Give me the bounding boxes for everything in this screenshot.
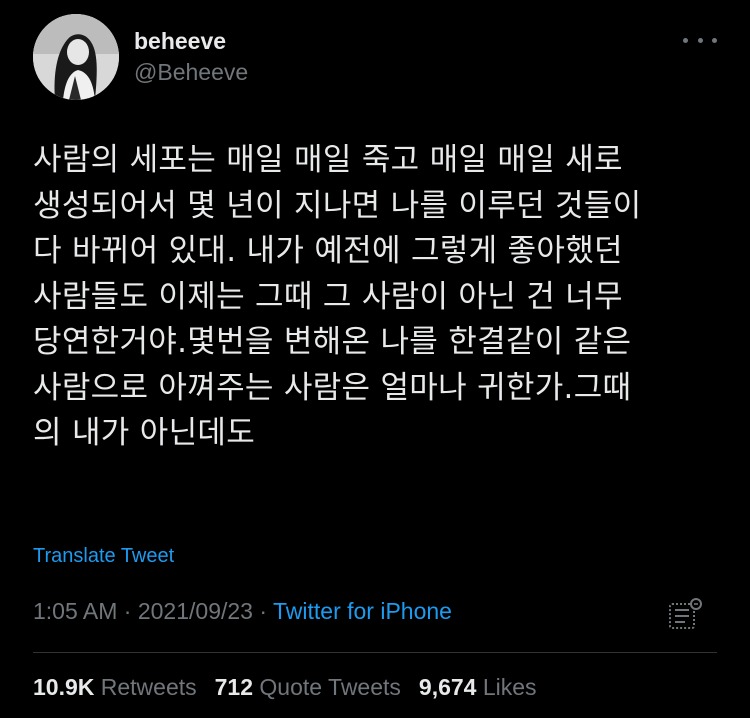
author-avatar[interactable]	[33, 14, 119, 100]
retweets-count: 10.9K	[33, 674, 95, 700]
author-display-name[interactable]: beheeve	[134, 28, 226, 55]
retweets-stat[interactable]: 10.9K Retweets	[33, 674, 197, 701]
tweet-time[interactable]: 1:05 AM	[33, 598, 117, 624]
tweet-analytics-icon[interactable]	[667, 597, 705, 631]
stats-divider	[33, 652, 717, 653]
likes-count: 9,674	[418, 674, 477, 700]
tweet-date[interactable]: 2021/09/23	[138, 598, 253, 624]
likes-label: Likes	[482, 674, 537, 700]
quote-tweets-count: 712	[214, 674, 254, 700]
tweet-text: 사람의 세포는 매일 매일 죽고 매일 매일 새로 생성되어서 몇 년이 지나면…	[33, 142, 642, 451]
retweets-label: Retweets	[100, 674, 197, 700]
more-horizontal-icon-dot	[697, 37, 703, 43]
more-horizontal-icon	[683, 37, 688, 43]
likes-stat[interactable]: 9,674 Likes	[419, 674, 537, 701]
more-horizontal-icon-dot	[712, 37, 717, 43]
meta-separator: ·	[252, 598, 273, 624]
meta-separator: ·	[117, 598, 138, 624]
quote-tweets-stat[interactable]: 712 Quote Tweets	[215, 674, 401, 701]
avatar-photo	[33, 14, 119, 100]
more-options-button[interactable]	[683, 30, 717, 50]
tweet-source-link[interactable]: Twitter for iPhone	[273, 598, 452, 624]
engagement-stats: 10.9K Retweets 712 Quote Tweets 9,674 Li…	[33, 674, 537, 701]
quote-tweets-label: Quote Tweets	[259, 674, 401, 700]
author-handle[interactable]: @Beheeve	[134, 59, 248, 86]
translate-tweet-link[interactable]: Translate Tweet	[33, 545, 174, 568]
tweet-meta: 1:05 AM · 2021/09/23 · Twitter for iPhon…	[33, 598, 452, 625]
